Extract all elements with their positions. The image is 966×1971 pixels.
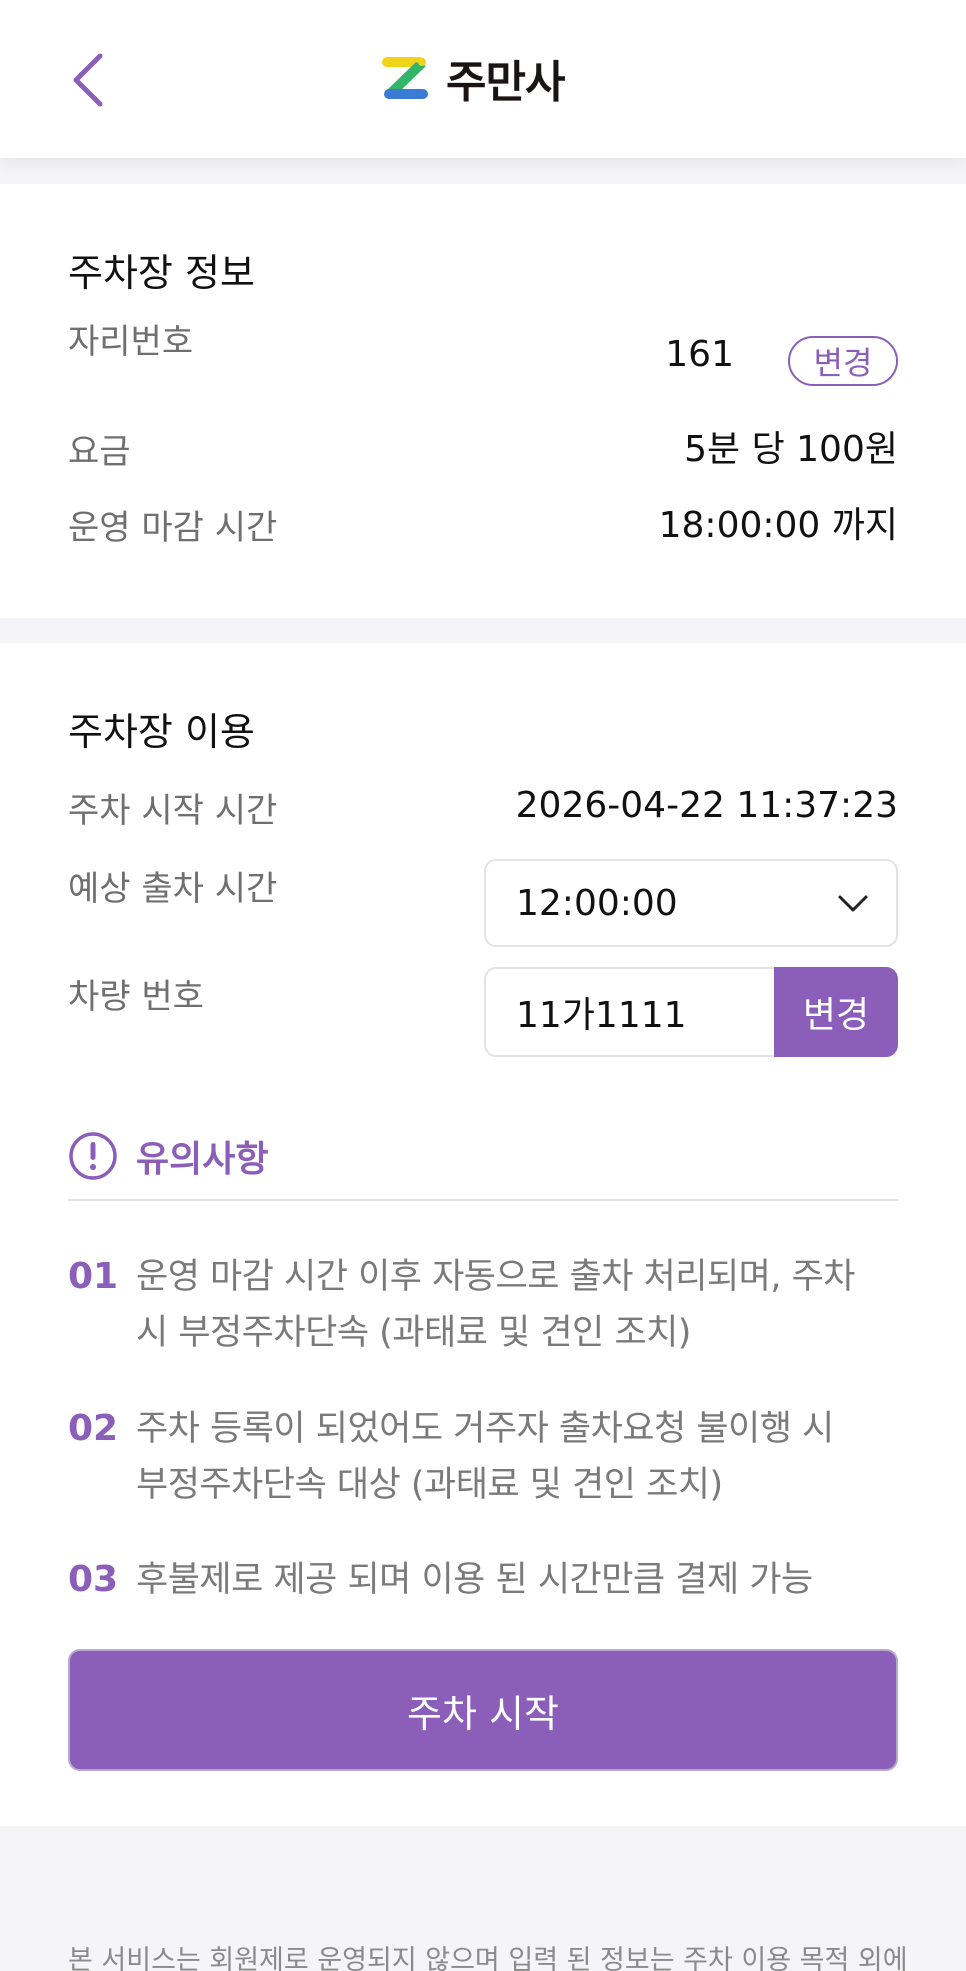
start-time-value: 2026-04-22 11:37:23: [515, 785, 898, 826]
car-change-button[interactable]: 변경: [774, 967, 898, 1057]
notice-line: 운영 마감 시간 이후 자동으로 출차 처리되며, 주차: [136, 1257, 856, 1297]
lot-info-title: 주차장 정보: [68, 251, 255, 295]
notice-number: 01: [68, 1256, 119, 1297]
start-time-label: 주차 시작 시간: [68, 791, 278, 831]
notice-text: 후불제로 제공 되며 이용 된 시간만큼 결제 가능: [136, 1552, 813, 1608]
fee-value: 5분 당 100원: [684, 429, 898, 470]
notice-line: 후불제로 제공 되며 이용 된 시간만큼 결제 가능: [136, 1560, 813, 1600]
notice-line: 주차 등록이 되었어도 거주자 출차요청 불이행 시: [136, 1409, 834, 1449]
notice-item: 03 후불제로 제공 되며 이용 된 시간만큼 결제 가능: [68, 1552, 908, 1608]
close-time-value: 18:00:00 까지: [658, 505, 898, 546]
fee-label: 요금: [68, 432, 131, 472]
notice-text: 운영 마감 시간 이후 자동으로 출차 처리되며, 주차 시 부정주차단속 (과…: [136, 1249, 856, 1361]
usage-title: 주차장 이용: [68, 710, 255, 754]
z-logo-icon: [382, 57, 428, 99]
notice-header: 유의사항: [68, 1131, 268, 1181]
notice-line: 시 부정주차단속 (과태료 및 견인 조치): [136, 1313, 691, 1353]
car-number-input[interactable]: [484, 967, 780, 1057]
notice-number: 02: [68, 1408, 119, 1449]
chevron-left-icon: [73, 53, 103, 107]
start-parking-button[interactable]: 주차 시작: [68, 1649, 898, 1771]
alert-circle-icon: [69, 1132, 117, 1180]
exit-time-value: 12:00:00: [516, 882, 678, 924]
usage-card: 주차장 이용 주차 시작 시간 2026-04-22 11:37:23 예상 출…: [0, 643, 966, 1826]
notice-number: 03: [68, 1559, 119, 1600]
exit-time-select[interactable]: 12:00:00: [484, 859, 898, 947]
back-button[interactable]: [60, 48, 116, 112]
spot-label: 자리번호: [68, 322, 194, 362]
top-bar: 주만사: [0, 0, 966, 158]
chevron-down-icon: [838, 895, 868, 912]
car-number-label: 차량 번호: [68, 977, 204, 1017]
spot-value: 161: [665, 334, 734, 375]
notice-divider: [68, 1199, 898, 1201]
exit-time-label: 예상 출차 시간: [68, 869, 278, 909]
spot-change-button[interactable]: 변경: [788, 336, 898, 386]
close-time-label: 운영 마감 시간: [68, 508, 278, 548]
notice-text: 주차 등록이 되었어도 거주자 출차요청 불이행 시 부정주차단속 대상 (과태…: [136, 1401, 834, 1513]
notice-item: 01 운영 마감 시간 이후 자동으로 출차 처리되며, 주차 시 부정주차단속…: [68, 1249, 908, 1361]
brand-logo: 주만사: [380, 52, 565, 108]
brand-name: 주만사: [446, 57, 565, 108]
lot-info-card: 주차장 정보 자리번호 161 변경 요금 5분 당 100원 운영 마감 시간…: [0, 184, 966, 618]
notice-title: 유의사항: [136, 1139, 269, 1180]
footer-disclaimer: 본 서비스는 회원제로 운영되지 않으며 입력 된 정보는 주차 이용 목적 외…: [68, 1945, 908, 1971]
notice-item: 02 주차 등록이 되었어도 거주자 출차요청 불이행 시 부정주차단속 대상 …: [68, 1401, 908, 1513]
notice-line: 부정주차단속 대상 (과태료 및 견인 조치): [136, 1465, 723, 1505]
